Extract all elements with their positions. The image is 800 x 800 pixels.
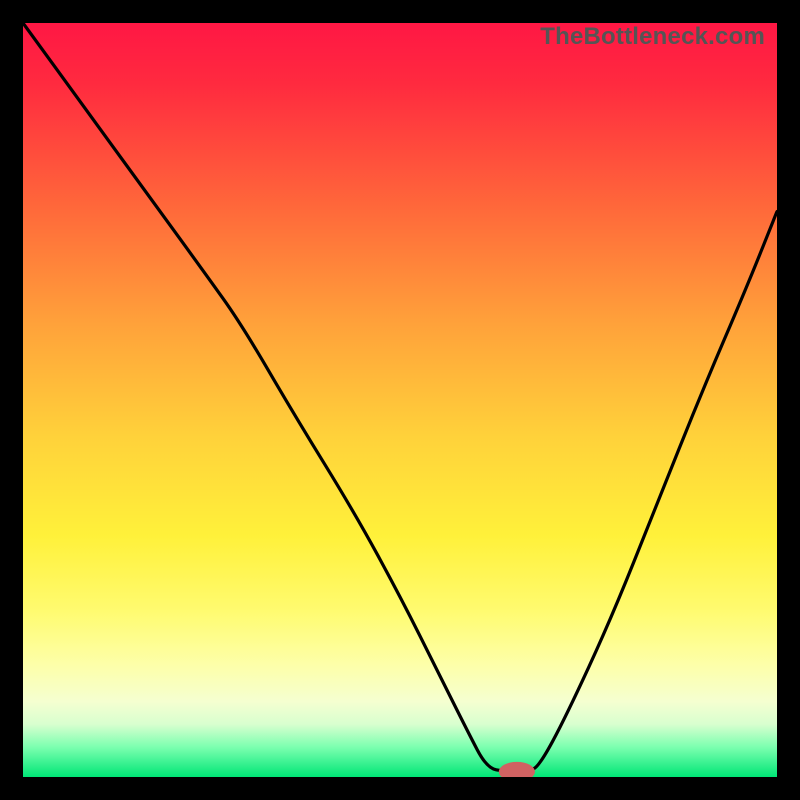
plot-area: TheBottleneck.com: [23, 23, 777, 777]
chart-svg: [23, 23, 777, 777]
chart-container: TheBottleneck.com: [0, 0, 800, 800]
watermark-text: TheBottleneck.com: [540, 23, 765, 51]
gradient-background: [23, 23, 777, 777]
